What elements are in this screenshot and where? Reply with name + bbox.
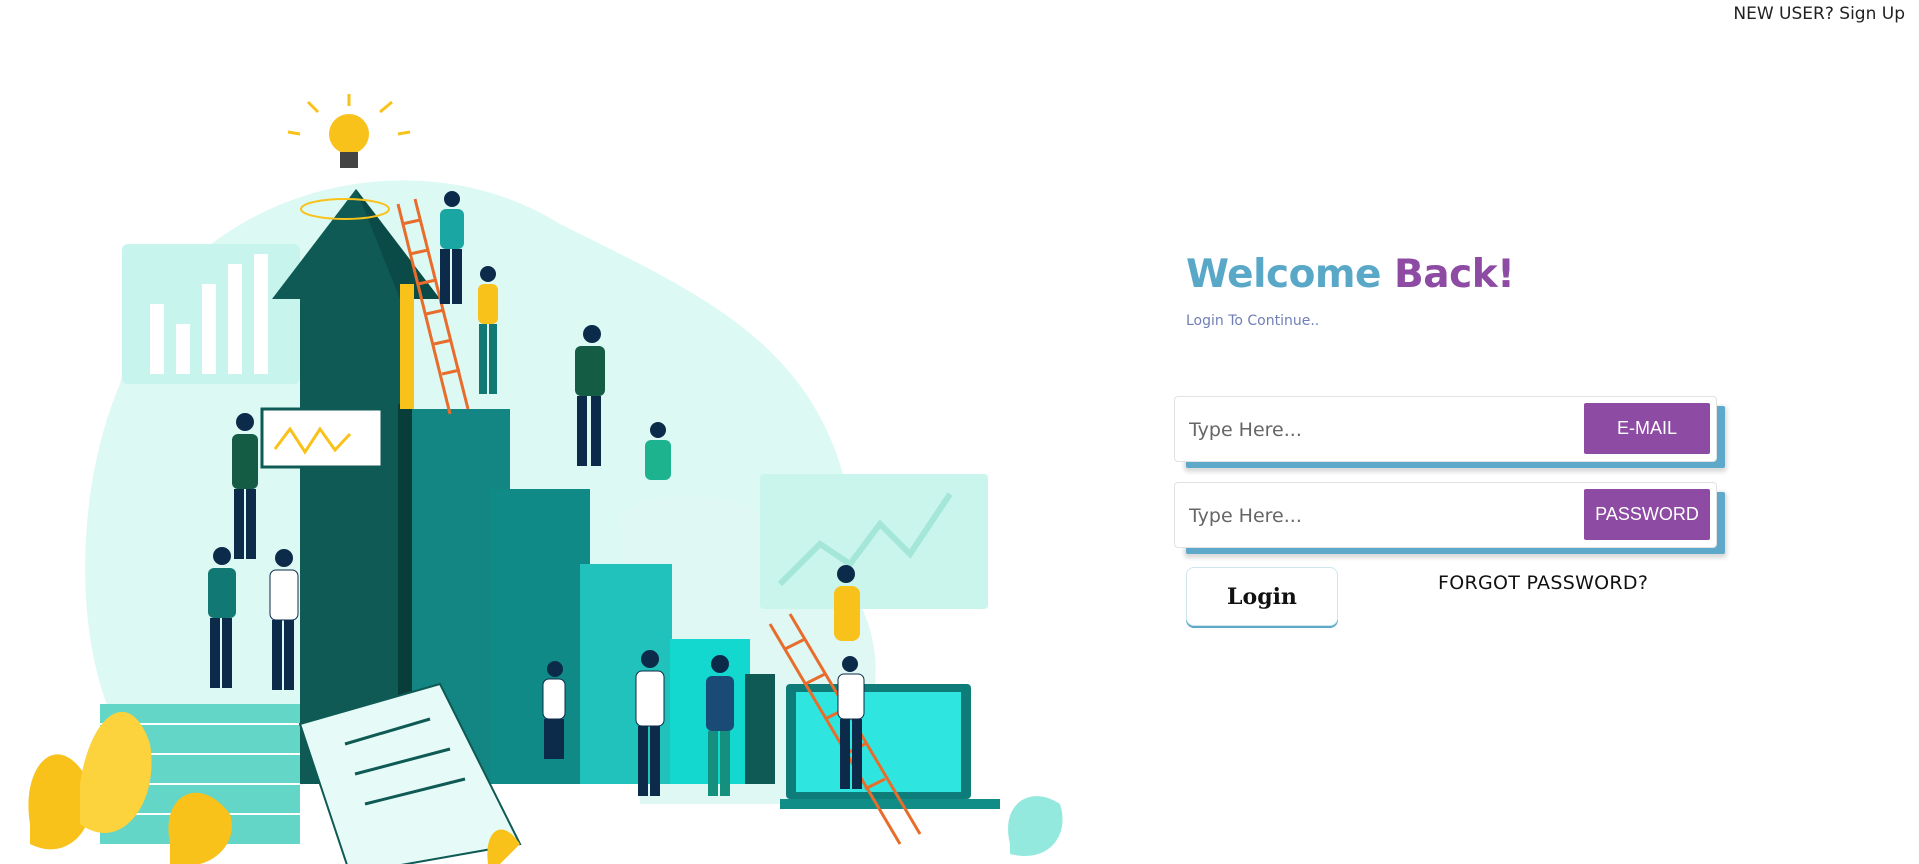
password-field-box: PASSWORD (1174, 482, 1717, 548)
top-signup-bar: NEW USER? Sign Up (1733, 4, 1905, 24)
login-button[interactable]: Login (1186, 567, 1338, 626)
welcome-subtitle: Login To Continue.. (1186, 313, 1320, 329)
email-field-box: E-MAIL (1174, 396, 1717, 462)
growth-teamwork-illustration (28, 94, 1063, 864)
password-input[interactable] (1187, 495, 1581, 537)
welcome-title-part2: Back! (1394, 252, 1515, 297)
forgot-password-link[interactable]: FORGOT PASSWORD? (1438, 572, 1648, 594)
password-tag: PASSWORD (1584, 489, 1710, 540)
signup-link[interactable]: Sign Up (1839, 4, 1905, 24)
welcome-title-part1: Welcome (1186, 252, 1381, 297)
new-user-text: NEW USER? (1733, 4, 1834, 24)
email-tag: E-MAIL (1584, 403, 1710, 454)
email-input[interactable] (1187, 409, 1581, 451)
welcome-title: Welcome Back! (1186, 252, 1515, 297)
